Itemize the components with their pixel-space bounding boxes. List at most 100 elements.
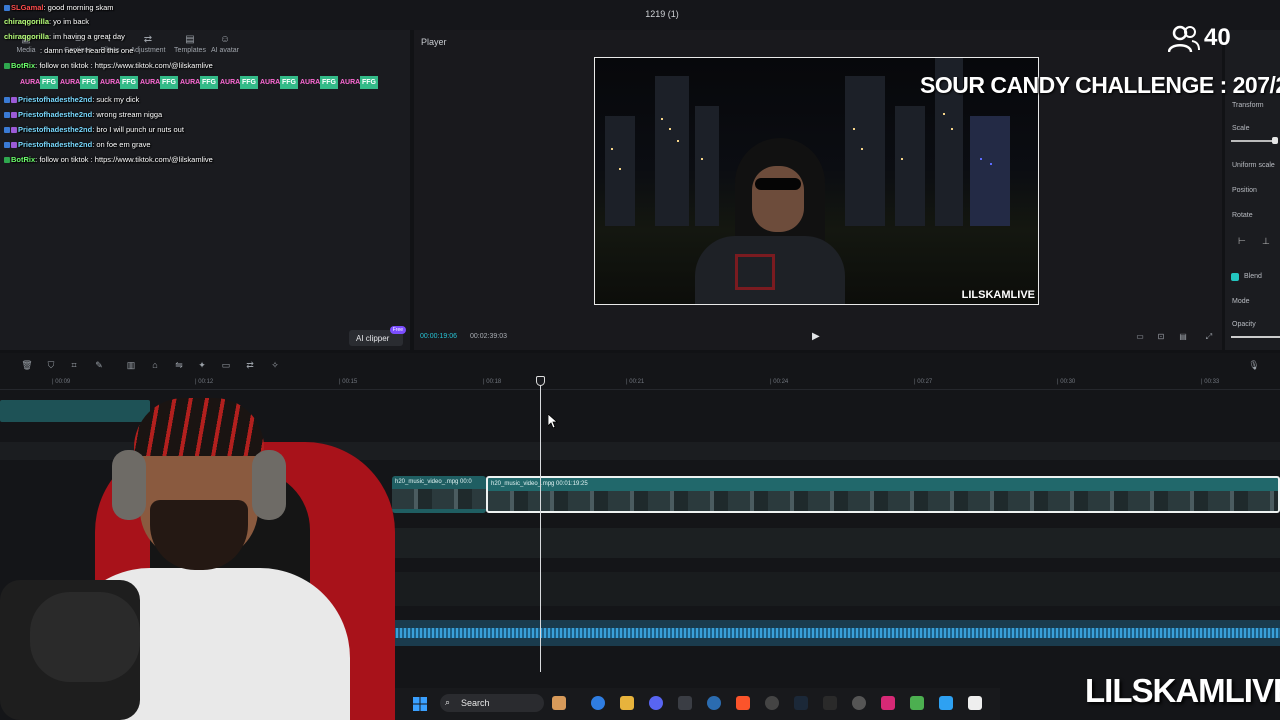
emote: AURA: [260, 79, 281, 86]
chat-username: chiraqgorilla: [4, 32, 50, 41]
badge-icon: [11, 127, 17, 134]
uniform-scale-label: Uniform scale: [1232, 162, 1275, 169]
file-explorer-icon[interactable]: [620, 696, 634, 710]
brave-icon[interactable]: [736, 696, 750, 710]
headset-left: [112, 450, 146, 520]
emote: AURA: [340, 79, 361, 86]
chat-text: : suck my dick: [92, 95, 140, 104]
emote: FFG: [240, 76, 258, 89]
mirror-icon[interactable]: ⇋: [173, 360, 185, 372]
scale-slider[interactable]: [1231, 140, 1277, 142]
zoom-fit-icon[interactable]: ⊡: [1154, 332, 1168, 342]
chat-username: Priestofhadesthe2nd: [18, 110, 93, 119]
badge-icon: [4, 97, 10, 104]
emote: FFG: [200, 76, 218, 89]
chat-username: BotRix: [11, 155, 36, 164]
playhead[interactable]: [540, 382, 541, 672]
player-label: Player: [421, 37, 447, 47]
badge-icon: [4, 5, 10, 12]
badge-icon: [4, 142, 10, 149]
taskbar-search[interactable]: [440, 694, 544, 712]
delete-icon[interactable]: 🗑: [21, 360, 33, 372]
align-center-icon[interactable]: ⊥: [1262, 236, 1270, 247]
chrome-icon[interactable]: [765, 696, 779, 710]
emote: AURA: [60, 79, 81, 86]
chat-message: Priestofhadesthe2nd: suck my dick: [4, 95, 139, 104]
emote-row: AURA FFG AURA FFG AURA FFG AURA FFG AURA…: [20, 76, 390, 90]
webcam-overlay: [0, 380, 395, 720]
scale-slider-handle[interactable]: [1272, 137, 1278, 144]
scale-label: Scale: [1232, 125, 1250, 132]
ruler-tick: | 00:21: [626, 379, 645, 385]
chat-message: Priestofhadesthe2nd: on foe em grave: [4, 140, 151, 149]
expand-icon[interactable]: ⤢: [1202, 332, 1216, 342]
windows-start-icon[interactable]: [413, 697, 427, 711]
marker-icon[interactable]: ⛉: [45, 360, 57, 372]
ai-clipper-button[interactable]: AI clipper Free: [349, 326, 406, 346]
sunglasses: [755, 178, 801, 190]
chat-message: SLGamal: good morning skam: [4, 3, 114, 12]
emote: AURA: [300, 79, 321, 86]
chat-overlay: SLGamal: good morning skam chiraqgorilla…: [0, 0, 410, 170]
challenge-counter: SOUR CANDY CHALLENGE : 207/250: [920, 72, 1280, 98]
badge-icon: [4, 127, 10, 134]
ruler-tick: | 00:33: [1201, 379, 1220, 385]
notepad-icon[interactable]: [939, 696, 953, 710]
preview-watermark: LILSKAMLIVE: [961, 289, 1035, 301]
chat-username: BotRix: [11, 61, 36, 70]
freeze-icon[interactable]: ⌂: [149, 360, 161, 372]
timeline-track[interactable]: [392, 528, 1280, 558]
chat-message: BotRix: follow on tiktok : https://www.t…: [4, 61, 213, 70]
crop-icon[interactable]: ⌗: [68, 360, 80, 372]
clip-label: h20_music_video_.mpg 00:0: [395, 479, 472, 485]
position-label: Position: [1232, 187, 1257, 194]
fullscreen-preview-icon[interactable]: ▭: [1133, 332, 1147, 342]
total-time: 00:02:39:03: [470, 333, 507, 340]
copilot-icon[interactable]: [591, 696, 605, 710]
ruler-tick: | 00:27: [914, 379, 933, 385]
chat-text: : on foe em grave: [92, 140, 151, 149]
free-badge: Free: [389, 326, 406, 334]
mode-label: Mode: [1232, 298, 1250, 305]
edge-icon[interactable]: [707, 696, 721, 710]
transition-icon[interactable]: ⇄: [244, 360, 256, 372]
ratio-icon[interactable]: ▤: [1176, 332, 1190, 342]
app-icon[interactable]: [910, 696, 924, 710]
align-left-icon[interactable]: ⊢: [1238, 236, 1246, 247]
audio-clip[interactable]: [392, 620, 1280, 646]
emote: FFG: [80, 76, 98, 89]
video-clip[interactable]: h20_music_video_.mpg 00:0: [392, 476, 486, 513]
capcut-icon[interactable]: [968, 696, 982, 710]
timeline-track[interactable]: [392, 572, 1280, 606]
store-icon[interactable]: [678, 696, 692, 710]
play-icon[interactable]: ▶: [812, 331, 822, 343]
steam-icon[interactable]: [794, 696, 808, 710]
opacity-slider[interactable]: [1231, 336, 1280, 338]
widgets-icon[interactable]: [552, 696, 566, 710]
chat-text: : bro I will punch ur nuts out: [92, 125, 184, 134]
viewer-count: 40: [1204, 24, 1231, 51]
chat-message: chiraqgorilla: yo im back: [4, 17, 89, 26]
instagram-icon[interactable]: [881, 696, 895, 710]
draw-icon[interactable]: ✎: [93, 360, 105, 372]
blend-label: Blend: [1244, 273, 1262, 280]
caption-icon[interactable]: ▭: [220, 360, 232, 372]
playhead-handle[interactable]: [536, 376, 545, 386]
split-icon[interactable]: ▥: [125, 360, 137, 372]
transform-label[interactable]: Transform: [1232, 102, 1264, 109]
ai-tools-icon[interactable]: ✧: [269, 360, 281, 372]
chat-message: chiraqgorilla: im having a great day: [4, 32, 125, 41]
discord-icon[interactable]: [649, 696, 663, 710]
chat-message: BotRix: follow on tiktok : https://www.t…: [4, 155, 213, 164]
emote: AURA: [100, 79, 121, 86]
4k-app-icon[interactable]: [852, 696, 866, 710]
chat-text: : good morning skam: [43, 3, 114, 12]
magic-icon[interactable]: ✦: [196, 360, 208, 372]
microphone-icon[interactable]: 🎙: [1248, 360, 1260, 372]
badge-icon: [4, 63, 10, 70]
app-icon[interactable]: [823, 696, 837, 710]
ruler-tick: | 00:24: [770, 379, 789, 385]
video-clip-selected[interactable]: h20_music_video_.mpg 00:01:19:25: [486, 476, 1280, 513]
stream-watermark: LILSKAMLIVE: [1085, 672, 1280, 709]
blend-checkbox[interactable]: [1231, 273, 1239, 281]
